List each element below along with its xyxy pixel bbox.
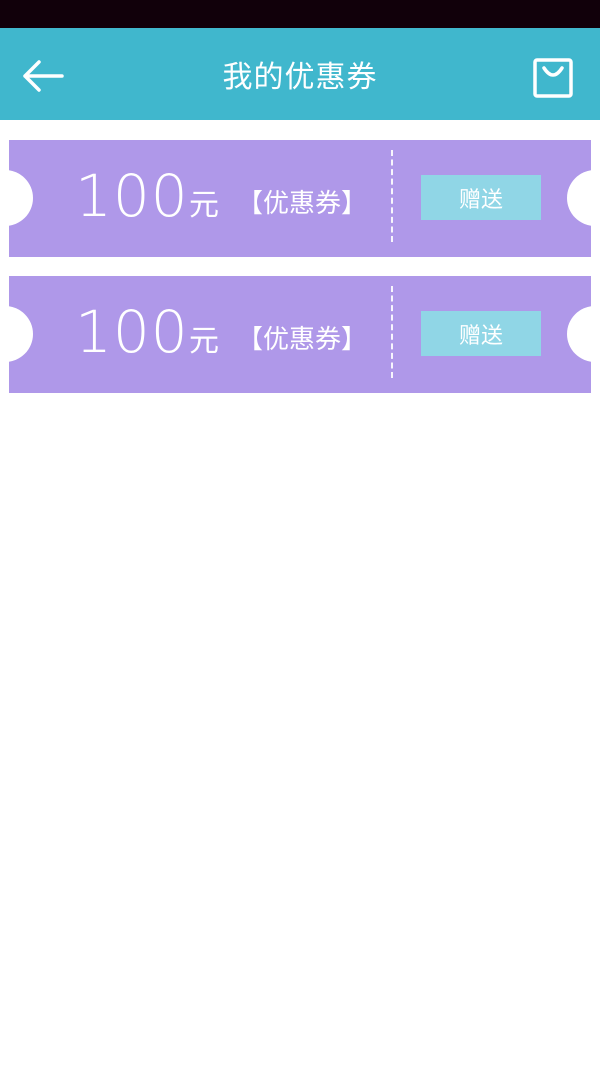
back-button[interactable] [18, 56, 66, 96]
coupon-card: 100 元 【优惠券】 赠送 [9, 276, 591, 393]
coupon-divider [391, 150, 393, 242]
arrow-left-icon [23, 60, 64, 92]
header-bar: 我的优惠券 [0, 28, 600, 120]
coupon-notch-left [9, 170, 33, 226]
coupon-unit: 元 [189, 188, 219, 223]
coupon-notch-left [9, 306, 33, 362]
coupon-card: 100 元 【优惠券】 赠送 [9, 140, 591, 257]
gift-button[interactable]: 赠送 [421, 175, 541, 220]
coupon-type-label: 【优惠券】 [237, 325, 368, 355]
shopping-bag-icon [533, 58, 573, 98]
coupon-list: 100 元 【优惠券】 赠送 100 元 【优惠券】 赠送 [9, 140, 591, 412]
coupon-divider [391, 286, 393, 378]
coupon-type-label: 【优惠券】 [237, 189, 368, 219]
status-bar [0, 0, 600, 28]
coupon-notch-right [567, 306, 591, 362]
shopping-bag-button[interactable] [532, 57, 574, 99]
coupon-notch-right [567, 170, 591, 226]
coupon-unit: 元 [189, 324, 219, 359]
coupon-amount: 100 [75, 298, 189, 366]
page-title: 我的优惠券 [222, 60, 378, 95]
gift-button[interactable]: 赠送 [421, 311, 541, 356]
coupon-amount: 100 [75, 162, 189, 230]
